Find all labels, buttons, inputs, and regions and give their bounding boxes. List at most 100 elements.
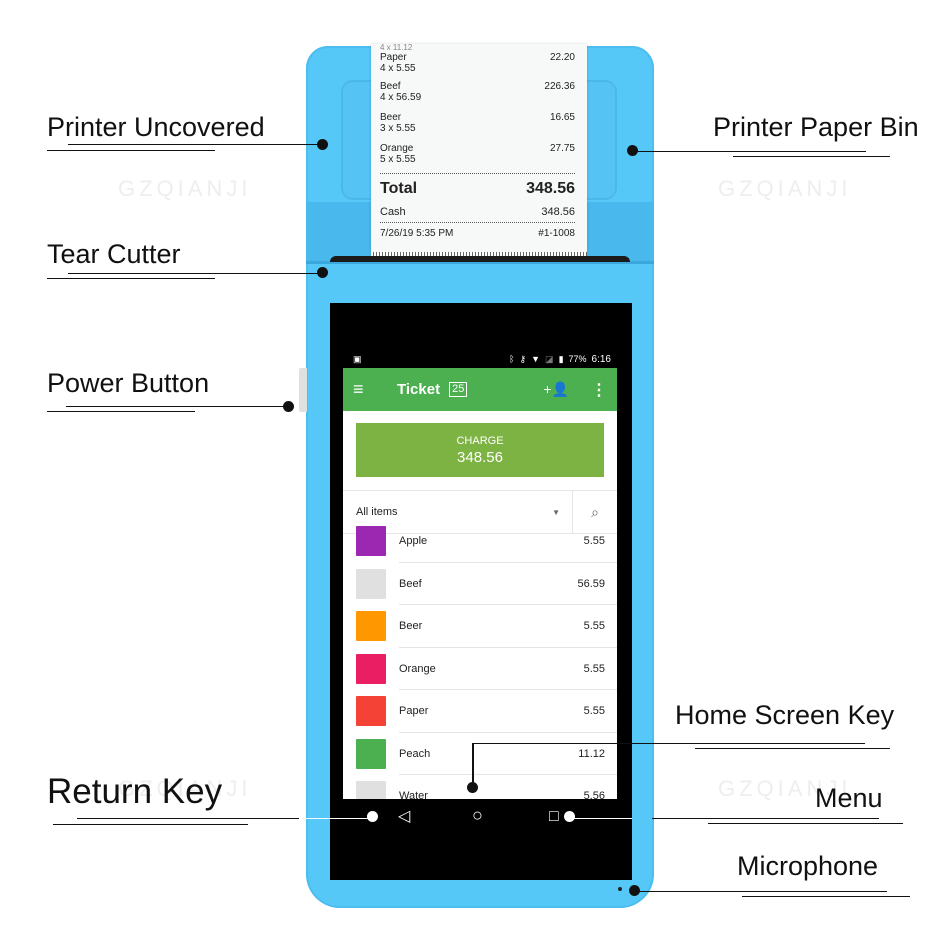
item-price: 5.55	[583, 662, 605, 675]
image-icon: ▣	[353, 353, 362, 364]
callout-underline	[47, 411, 195, 412]
item-color-swatch	[356, 696, 386, 727]
printed-receipt: 4 x 11.12 Paper 22.20 4 x 5.55 Beef 226.36 4 …	[371, 44, 587, 256]
callout-underline	[53, 824, 248, 825]
battery-icon: ▮	[558, 353, 564, 364]
item-list: Apple 5.55 Beef 56.59 Beer 5.55 Orange 5.55 Pape…	[343, 520, 617, 799]
callout-line	[570, 818, 632, 819]
callout-dot	[564, 811, 575, 822]
item-name: Peach	[399, 747, 431, 760]
receipt-cash-value: 348.56	[541, 206, 575, 218]
watermark: GZQIANJI	[718, 176, 852, 201]
receipt-datetime: 7/26/19 5:35 PM	[380, 228, 454, 239]
receipt-item-name: Beef	[380, 81, 401, 92]
callout-printer-uncovered: Printer Uncovered	[47, 112, 265, 142]
receipt-item-amount: 22.20	[549, 52, 575, 63]
receipt-item-name: Beer	[380, 112, 402, 123]
receipt-item-amount: 16.65	[549, 112, 575, 123]
item-color-swatch	[356, 653, 386, 684]
receipt-item-qty: 4 x 5.55	[380, 63, 416, 74]
receipt-cash-label: Cash	[380, 206, 406, 218]
hamburger-menu-icon[interactable]: ≡	[353, 379, 377, 400]
callout-line	[472, 743, 474, 785]
receipt-divider	[380, 222, 575, 223]
watermark: GZQIANJI	[118, 176, 252, 201]
item-price: 5.55	[583, 705, 605, 718]
no-sim-icon: ◪	[545, 353, 554, 364]
item-price: 56.59	[577, 577, 605, 590]
list-item[interactable]: Beef 56.59	[343, 563, 617, 605]
callout-line	[68, 144, 323, 145]
receipt-total-value: 348.56	[526, 180, 575, 197]
item-name: Water	[399, 790, 428, 799]
charge-button[interactable]: CHARGE 348.56	[356, 423, 604, 477]
pos-app: ≡ Ticket 25 +👤 ⋮ CHARGE 348.56 All items…	[343, 368, 617, 799]
category-selected: All items	[356, 506, 398, 518]
receipt-item-qty: 4 x 56.59	[380, 92, 422, 103]
receipt-item-qty: 3 x 5.55	[380, 123, 416, 134]
callout-dot	[317, 267, 328, 278]
battery-level: 77%	[568, 354, 587, 364]
callout-underline	[742, 896, 910, 897]
callout-printer-paper-bin: Printer Paper Bin	[713, 112, 919, 142]
list-item[interactable]: Apple 5.55	[343, 520, 617, 563]
callout-underline	[708, 823, 903, 824]
more-vert-icon[interactable]: ⋮	[591, 380, 607, 400]
receipt-divider	[380, 173, 575, 174]
receipt-footer: 7/26/19 5:35 PM #1-1008	[380, 228, 575, 239]
item-color-swatch	[356, 738, 386, 769]
callout-line	[635, 891, 887, 892]
receipt-item-amount: 27.75	[549, 143, 575, 154]
callout-microphone: Microphone	[737, 851, 879, 881]
item-name: Apple	[399, 535, 428, 548]
callout-line	[472, 743, 865, 744]
item-price: 5.56	[583, 790, 605, 799]
callout-line	[77, 818, 299, 819]
receipt-cut-line: 4 x 11.12	[380, 44, 413, 50]
callout-return-key: Return Key	[47, 772, 223, 811]
callout-underline	[47, 278, 215, 279]
back-icon[interactable]: ◁	[398, 808, 410, 826]
receipt-item-qty: 5 x 5.55	[380, 154, 416, 165]
search-icon[interactable]: ⌕	[573, 504, 617, 521]
item-color-swatch	[356, 781, 386, 799]
item-color-swatch	[356, 526, 386, 557]
item-price: 5.55	[583, 535, 605, 548]
receipt-total-label: Total	[380, 180, 418, 197]
receipt-line-item: Orange 27.75 5 x 5.55	[380, 143, 575, 165]
callout-line	[652, 818, 879, 819]
app-title: Ticket	[397, 381, 441, 398]
recents-icon[interactable]: □	[549, 808, 559, 826]
list-item[interactable]: Orange 5.55	[343, 648, 617, 690]
charge-amount: 348.56	[457, 449, 503, 466]
item-name: Orange	[399, 662, 436, 675]
vpn-key-icon: ⚷	[519, 353, 527, 364]
callout-line	[634, 151, 866, 152]
list-item[interactable]: Paper 5.55	[343, 690, 617, 733]
callout-line	[66, 406, 288, 407]
callout-power-button: Power Button	[47, 368, 210, 398]
receipt-cash-row: Cash 348.56	[380, 206, 575, 218]
receipt-line-item: Paper 22.20 4 x 5.55	[380, 52, 575, 74]
item-price: 5.55	[583, 620, 605, 633]
dropdown-caret-icon: ▼	[552, 507, 560, 517]
item-price: 11.12	[578, 747, 605, 760]
add-person-icon[interactable]: +👤	[543, 381, 569, 398]
wifi-icon: ▼	[531, 354, 541, 364]
callout-line	[68, 273, 323, 274]
receipt-line-item: Beef 226.36 4 x 56.59	[380, 81, 575, 103]
item-name: Beer	[399, 620, 423, 633]
microphone-hole	[618, 887, 622, 891]
callout-menu: Menu	[815, 783, 883, 813]
list-item[interactable]: Water 5.56	[343, 775, 617, 799]
list-item[interactable]: Peach 11.12	[343, 733, 617, 775]
charge-label: CHARGE	[456, 435, 504, 447]
home-icon[interactable]: ○	[472, 806, 483, 824]
power-button[interactable]	[299, 368, 307, 412]
callout-underline	[47, 150, 215, 151]
ticket-count-badge[interactable]: 25	[449, 382, 468, 397]
callout-dot	[283, 401, 294, 412]
receipt-number: #1-1008	[538, 228, 575, 239]
list-item[interactable]: Beer 5.55	[343, 605, 617, 648]
item-name: Paper	[399, 705, 429, 718]
